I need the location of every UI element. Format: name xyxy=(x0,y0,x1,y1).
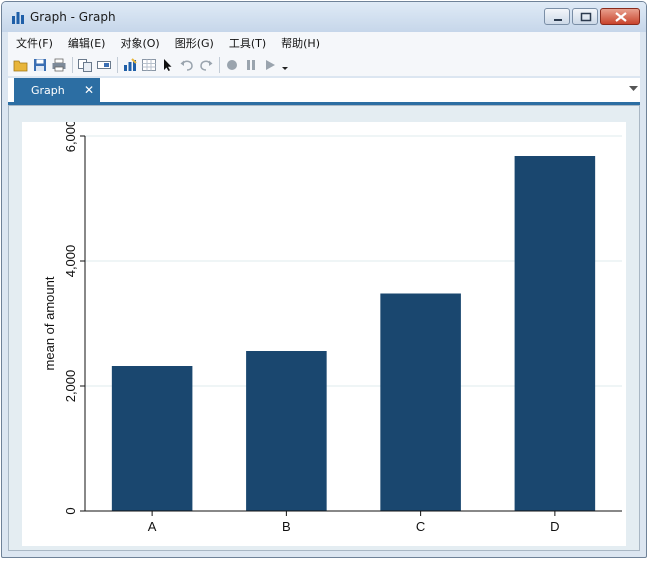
close-window-button[interactable] xyxy=(600,8,640,25)
play-icon[interactable] xyxy=(261,56,279,74)
maximize-icon xyxy=(580,12,592,22)
menu-graph[interactable]: 图形(G) xyxy=(167,35,221,51)
x-tick-label: A xyxy=(148,519,157,534)
data-editor-icon[interactable] xyxy=(140,56,158,74)
toolbar-separator xyxy=(72,57,73,73)
pointer-icon[interactable] xyxy=(159,56,177,74)
bar xyxy=(514,156,596,511)
bar xyxy=(111,366,193,511)
print-icon[interactable] xyxy=(50,56,68,74)
maximize-button[interactable] xyxy=(572,8,598,25)
open-icon[interactable] xyxy=(12,56,30,74)
y-axis-title: mean of amount xyxy=(42,276,57,370)
menu-object[interactable]: 对象(O) xyxy=(112,35,166,51)
tab-list-chevron-icon[interactable] xyxy=(629,86,638,92)
window-title: Graph - Graph xyxy=(30,10,116,24)
menu-file[interactable]: 文件(F) xyxy=(8,35,60,51)
graph-window: Graph - Graph 文件(F) 编辑(E) 对象(O) 图形(G) 工具… xyxy=(1,1,647,558)
plot-region: A B C D 0 2,000 4,000 6,000 mean of amount xyxy=(22,122,626,546)
y-tick-label: 4,000 xyxy=(63,245,78,278)
pause-icon[interactable] xyxy=(242,56,260,74)
redo-icon[interactable] xyxy=(197,56,215,74)
y-tick-label: 2,000 xyxy=(63,370,78,403)
rename-icon[interactable] xyxy=(95,56,113,74)
record-icon[interactable] xyxy=(223,56,241,74)
bar-chart: A B C D 0 2,000 4,000 6,000 mean of amount xyxy=(42,122,622,534)
tab-label: Graph xyxy=(31,84,65,97)
bar xyxy=(380,293,461,511)
menu-edit[interactable]: 编辑(E) xyxy=(60,35,113,51)
x-tick-label: B xyxy=(282,519,291,534)
save-icon[interactable] xyxy=(31,56,49,74)
toolbar xyxy=(8,54,640,76)
copy-icon[interactable] xyxy=(76,56,94,74)
x-tick-label: D xyxy=(550,519,559,534)
minimize-icon xyxy=(554,19,562,21)
graph-editor-icon[interactable] xyxy=(121,56,139,74)
chevron-down-icon[interactable] xyxy=(280,56,290,74)
toolbar-separator xyxy=(219,57,220,73)
x-tick-label: C xyxy=(416,519,425,534)
y-tick-label: 6,000 xyxy=(63,122,78,152)
graph-canvas: A B C D 0 2,000 4,000 6,000 mean of amount xyxy=(8,105,640,551)
tab-graph[interactable]: Graph ✕ xyxy=(14,78,100,102)
menu-tools[interactable]: 工具(T) xyxy=(221,35,273,51)
title-bar: Graph - Graph xyxy=(2,2,646,32)
menu-bar: 文件(F) 编辑(E) 对象(O) 图形(G) 工具(T) 帮助(H) xyxy=(8,32,640,54)
close-icon xyxy=(615,12,627,22)
toolbar-separator xyxy=(117,57,118,73)
menu-help[interactable]: 帮助(H) xyxy=(273,35,327,51)
tab-strip: Graph ✕ xyxy=(8,78,640,105)
y-tick-label: 0 xyxy=(63,507,78,514)
graph-app-icon xyxy=(12,12,24,24)
minimize-button[interactable] xyxy=(544,8,570,25)
undo-icon[interactable] xyxy=(178,56,196,74)
window-controls xyxy=(544,8,640,25)
tab-close-icon[interactable]: ✕ xyxy=(84,83,94,97)
bar xyxy=(246,351,327,511)
